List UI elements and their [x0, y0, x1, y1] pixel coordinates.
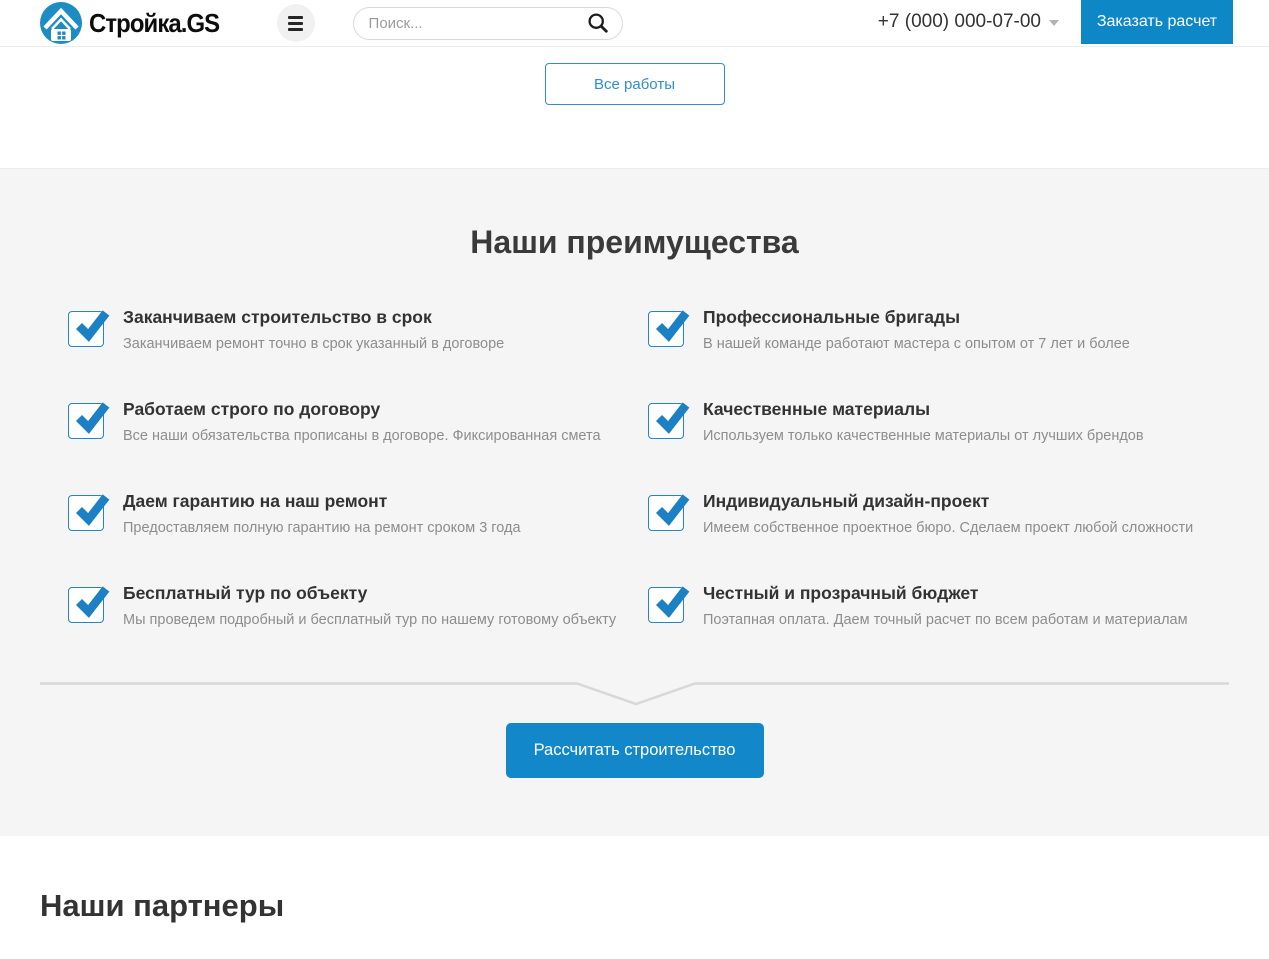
- works-strip: Все работы: [0, 47, 1269, 168]
- advantage-title: Бесплатный тур по объекту: [123, 583, 648, 604]
- advantage-desc: Мы проведем подробный и бесплатный тур п…: [123, 612, 648, 628]
- advantage-desc: Используем только качественные материалы…: [703, 428, 1228, 444]
- order-calculation-button[interactable]: Заказать расчет: [1081, 0, 1233, 44]
- calculate-construction-button[interactable]: Рассчитать строительство: [506, 723, 764, 778]
- checkbox-check-icon: [68, 587, 104, 623]
- advantage-item: Бесплатный тур по объекту Мы проведем по…: [68, 583, 648, 645]
- phone-dropdown[interactable]: +7 (000) 000-07-00: [878, 0, 1059, 44]
- advantage-item: Профессиональные бригады В нашей команде…: [648, 307, 1228, 369]
- advantage-item: Заканчиваем строительство в срок Заканчи…: [68, 307, 648, 369]
- advantage-title: Профессиональные бригады: [703, 307, 1228, 328]
- search-icon[interactable]: [587, 12, 609, 34]
- partners-section: Наши партнеры: [0, 836, 1269, 924]
- advantages-title: Наши преимущества: [0, 169, 1269, 261]
- advantage-desc: Предоставляем полную гарантию на ремонт …: [123, 520, 648, 536]
- chevron-notch-divider: [40, 681, 1229, 707]
- advantage-title: Индивидуальный дизайн-проект: [703, 491, 1228, 512]
- advantage-title: Качественные материалы: [703, 399, 1228, 420]
- advantage-title: Честный и прозрачный бюджет: [703, 583, 1228, 604]
- advantage-item: Даем гарантию на наш ремонт Предоставляе…: [68, 491, 648, 553]
- checkbox-check-icon: [68, 311, 104, 347]
- checkbox-check-icon: [648, 587, 684, 623]
- search-input[interactable]: [367, 14, 587, 33]
- chevron-down-icon: [1049, 20, 1059, 26]
- header-right: +7 (000) 000-07-00 Заказать расчет: [878, 0, 1269, 47]
- checkbox-check-icon: [648, 403, 684, 439]
- advantage-desc: Все наши обязательства прописаны в догов…: [123, 428, 648, 444]
- logo-house-icon: [38, 0, 84, 46]
- header: Стройка.GS +7 (000) 000-07-00 Заказать р…: [0, 0, 1269, 47]
- menu-button[interactable]: [277, 4, 315, 42]
- advantage-item: Индивидуальный дизайн-проект Имеем собст…: [648, 491, 1228, 553]
- advantage-desc: Заканчиваем ремонт точно в срок указанны…: [123, 336, 648, 352]
- advantage-item: Качественные материалы Используем только…: [648, 399, 1228, 461]
- advantage-desc: В нашей команде работают мастера с опыто…: [703, 336, 1228, 352]
- checkbox-check-icon: [648, 495, 684, 531]
- cta-wrap: Рассчитать строительство: [0, 723, 1269, 778]
- checkbox-check-icon: [68, 403, 104, 439]
- logo[interactable]: Стройка.GS: [38, 0, 231, 46]
- advantages-grid: Заканчиваем строительство в срок Заканчи…: [68, 307, 1269, 645]
- all-works-button[interactable]: Все работы: [545, 63, 725, 105]
- advantage-desc: Имеем собственное проектное бюро. Сделае…: [703, 520, 1228, 536]
- partners-title: Наши партнеры: [40, 888, 1229, 924]
- advantage-item: Работаем строго по договору Все наши обя…: [68, 399, 648, 461]
- logo-text: Стройка.GS: [89, 8, 219, 39]
- advantages-section: Наши преимущества Заканчиваем строительс…: [0, 168, 1269, 836]
- checkbox-check-icon: [68, 495, 104, 531]
- checkbox-check-icon: [648, 311, 684, 347]
- advantage-item: Честный и прозрачный бюджет Поэтапная оп…: [648, 583, 1228, 645]
- advantage-title: Заканчиваем строительство в срок: [123, 307, 648, 328]
- hamburger-icon: [288, 16, 303, 19]
- advantage-title: Работаем строго по договору: [123, 399, 648, 420]
- advantage-desc: Поэтапная оплата. Даем точный расчет по …: [703, 612, 1228, 628]
- advantage-title: Даем гарантию на наш ремонт: [123, 491, 648, 512]
- phone-number: +7 (000) 000-07-00: [878, 11, 1041, 33]
- search-box: [353, 7, 623, 40]
